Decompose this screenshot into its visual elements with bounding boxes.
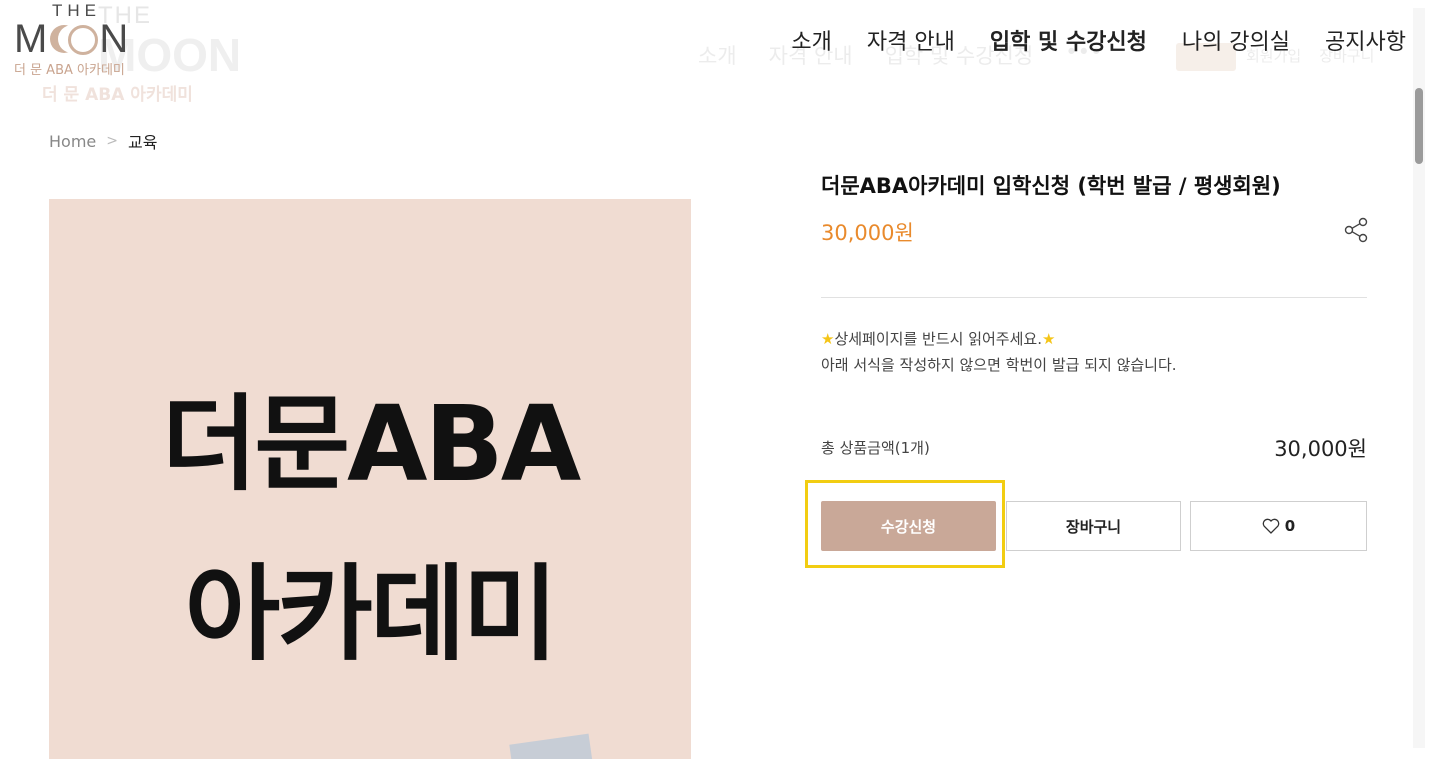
logo-letter-m: M	[14, 17, 48, 61]
total-price-value: 30,000원	[1274, 437, 1367, 461]
like-count: 0	[1284, 517, 1296, 535]
heart-icon	[1262, 518, 1280, 534]
nav-item-intro[interactable]: 소개	[791, 24, 831, 56]
product-image-decoration	[509, 733, 593, 759]
product-image-line1: 더문ABA	[161, 383, 582, 505]
site-logo[interactable]: THE M N 더 문 ABA 아카데미	[14, 2, 154, 79]
main-nav: 소개 자격 안내 입학 및 수강신청 나의 강의실 공지사항	[791, 24, 1406, 56]
product-price: 30,000원	[821, 221, 914, 245]
ghost-nav-item: 소개	[698, 44, 737, 68]
product-title: 더문ABA아카데미 입학신청 (학번 발급 / 평생회원)	[821, 174, 1281, 198]
star-icon: ★	[1041, 330, 1056, 348]
product-image-line2: 아카데미	[184, 553, 559, 675]
description-text-1: 상세페이지를 반드시 읽어주세요.	[834, 330, 1042, 348]
divider	[821, 297, 1367, 298]
scrollbar-thumb[interactable]	[1415, 88, 1423, 164]
ghost-logo-sub: 더 문 ABA 아카데미	[42, 85, 193, 105]
scrollbar[interactable]	[1413, 8, 1425, 748]
breadcrumb: Home > 교육	[49, 129, 157, 153]
description-line-2: 아래 서식을 작성하지 않으면 학번이 발급 되지 않습니다.	[821, 356, 1177, 374]
breadcrumb-home[interactable]: Home	[49, 132, 96, 151]
breadcrumb-current[interactable]: 교육	[128, 129, 157, 153]
star-icon: ★	[821, 330, 835, 348]
moon-icon	[48, 23, 99, 55]
logo-moon: M N	[14, 17, 154, 61]
nav-item-qualification[interactable]: 자격 안내	[867, 24, 955, 56]
total-price-label: 총 상품금액(1개)	[821, 439, 930, 457]
cart-button[interactable]: 장바구니	[1006, 501, 1181, 551]
nav-item-notice[interactable]: 공지사항	[1325, 24, 1406, 56]
logo-letter-n: N	[99, 17, 129, 61]
like-button[interactable]: 0	[1190, 501, 1367, 551]
share-icon[interactable]	[1342, 216, 1370, 244]
logo-subtitle: 더 문 ABA 아카데미	[14, 63, 125, 78]
nav-item-admission[interactable]: 입학 및 수강신청	[990, 24, 1147, 56]
apply-button[interactable]: 수강신청	[821, 501, 996, 551]
chevron-right-icon: >	[106, 133, 118, 149]
product-image: 더문ABA 아카데미	[49, 199, 691, 759]
product-description: ★상세페이지를 반드시 읽어주세요.★ 아래 서식을 작성하지 않으면 학번이 …	[821, 326, 1177, 378]
description-line-1: ★상세페이지를 반드시 읽어주세요.★	[821, 326, 1177, 352]
nav-item-my-classroom[interactable]: 나의 강의실	[1182, 24, 1290, 56]
